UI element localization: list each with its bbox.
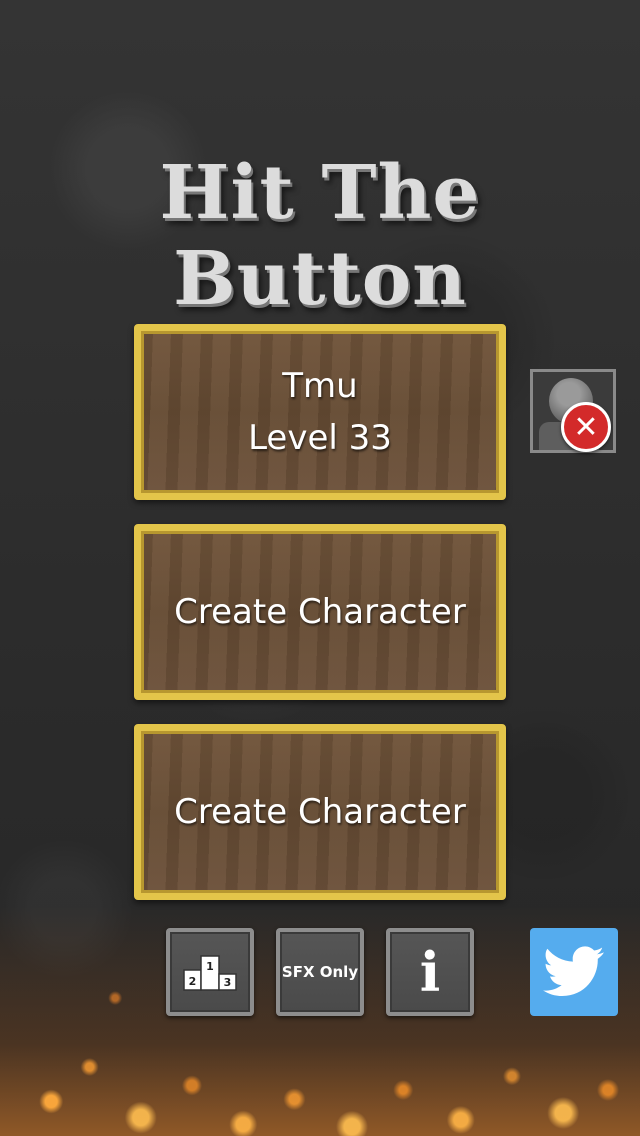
twitter-button[interactable] [530, 928, 618, 1016]
leaderboard-button[interactable]: 2 1 3 [166, 928, 254, 1016]
character-slot-1[interactable]: Tmu Level 33 [134, 324, 506, 500]
info-button[interactable]: i [386, 928, 474, 1016]
character-slot-3[interactable]: Create Character [134, 724, 506, 900]
info-icon: i [419, 940, 441, 1004]
podium-label-2: 2 [189, 975, 197, 988]
podium-icon: 2 1 3 [183, 955, 237, 991]
create-character-label: Create Character [174, 592, 466, 632]
create-character-label: Create Character [174, 792, 466, 832]
podium-label-1: 1 [206, 960, 214, 973]
sfx-label: SFX Only [281, 963, 359, 981]
character-level: Level 33 [248, 418, 392, 458]
close-icon: ✕ [573, 409, 599, 445]
delete-character-button[interactable]: ✕ [561, 402, 611, 452]
game-title: Hit The Button [159, 150, 481, 322]
podium-label-3: 3 [224, 976, 232, 989]
sound-toggle-button[interactable]: SFX Only [276, 928, 364, 1016]
character-slot-2[interactable]: Create Character [134, 524, 506, 700]
character-name: Tmu [282, 366, 358, 406]
twitter-bird-icon [543, 946, 604, 997]
